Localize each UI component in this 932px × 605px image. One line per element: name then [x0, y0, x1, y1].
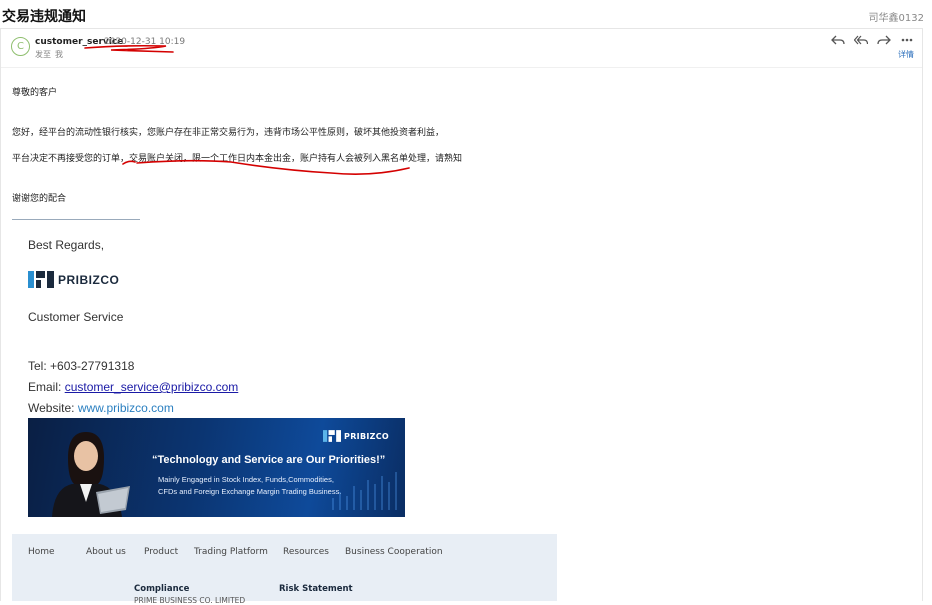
promo-banner[interactable]: PRIBIZCO “Technology and Service are Our… — [28, 418, 405, 517]
website-label: Website: — [28, 401, 78, 415]
signature-email: Email: customer_service@pribizco.com — [28, 380, 238, 394]
footer-nav-home[interactable]: Home — [28, 547, 86, 557]
banner-logo-icon — [323, 430, 342, 442]
to-label: 发至 — [35, 50, 51, 59]
window-topbar: 交易违规通知 司华鑫0132 — [0, 0, 932, 28]
pribizco-logo-icon — [28, 271, 54, 288]
sender-row: C customer_service 2020-12-31 10:19 发至我 … — [1, 29, 922, 68]
email-panel: C customer_service 2020-12-31 10:19 发至我 … — [0, 28, 923, 605]
signature-website: Website: www.pribizco.com — [28, 401, 174, 415]
footer-nav-business[interactable]: Business Cooperation — [345, 547, 443, 557]
banner-subline-2: CFDs and Foreign Exchange Margin Trading… — [158, 487, 342, 496]
footer-nav-about[interactable]: About us — [86, 547, 144, 557]
signature-tel: Tel: +603-27791318 — [28, 359, 135, 373]
footer-nav-product[interactable]: Product — [144, 547, 194, 557]
email-subject: 交易违规通知 — [2, 9, 86, 25]
forward-icon[interactable] — [877, 33, 891, 47]
sent-time: 2020-12-31 10:19 — [104, 37, 186, 47]
greeting: 尊敬的客户 — [12, 88, 58, 98]
signature-divider — [12, 219, 140, 220]
recipient-line: 发至我 — [35, 49, 67, 60]
to-value[interactable]: 我 — [55, 50, 63, 59]
company-brand: PRIBIZCO — [58, 272, 120, 287]
email-footer: Home About us Product Trading Platform R… — [12, 534, 557, 605]
compliance-title: Compliance — [134, 584, 190, 594]
more-icon[interactable] — [900, 33, 914, 47]
company-logo: PRIBIZCO — [28, 271, 119, 288]
banner-subline-1: Mainly Engaged in Stock Index, Funds,Com… — [158, 475, 334, 484]
thanks-line: 谢谢您的配合 — [12, 194, 67, 204]
banner-chart-decoration — [332, 472, 397, 510]
body-line-1: 您好，经平台的流动性银行核实，您账户存在非正常交易行为，违背市场公平性原则，破坏… — [12, 128, 445, 138]
signature-role: Customer Service — [28, 310, 124, 324]
footer-nav: Home About us Product Trading Platform R… — [28, 547, 443, 557]
compliance-text: PRIME BUSINESS CO. LIMITED — [134, 596, 246, 605]
topbar-right-text: 司华鑫0132 — [868, 13, 924, 24]
footer-nav-trading-platform[interactable]: Trading Platform — [194, 547, 283, 557]
businesswoman-illustration — [52, 432, 130, 517]
details-link[interactable]: 详情 — [898, 49, 914, 60]
banner-tagline: “Technology and Service are Our Prioriti… — [152, 454, 386, 466]
banner-brand: PRIBIZCO — [344, 431, 389, 441]
footer-nav-resources[interactable]: Resources — [283, 547, 345, 557]
sender-avatar: C — [11, 37, 30, 56]
website-link[interactable]: www.pribizco.com — [78, 401, 174, 415]
email-link[interactable]: customer_service@pribizco.com — [65, 380, 239, 394]
reply-icon[interactable] — [831, 33, 845, 47]
banner-logo: PRIBIZCO — [323, 430, 389, 442]
risk-statement-title: Risk Statement — [279, 584, 353, 594]
signature-regards: Best Regards, — [28, 238, 105, 252]
body-line-2: 平台决定不再接受您的订单，交易账户关闭，限一个工作日内本金出金，账户持有人会被列… — [12, 154, 463, 164]
message-actions — [831, 33, 914, 47]
reply-all-icon[interactable] — [854, 33, 868, 47]
email-label: Email: — [28, 380, 65, 394]
